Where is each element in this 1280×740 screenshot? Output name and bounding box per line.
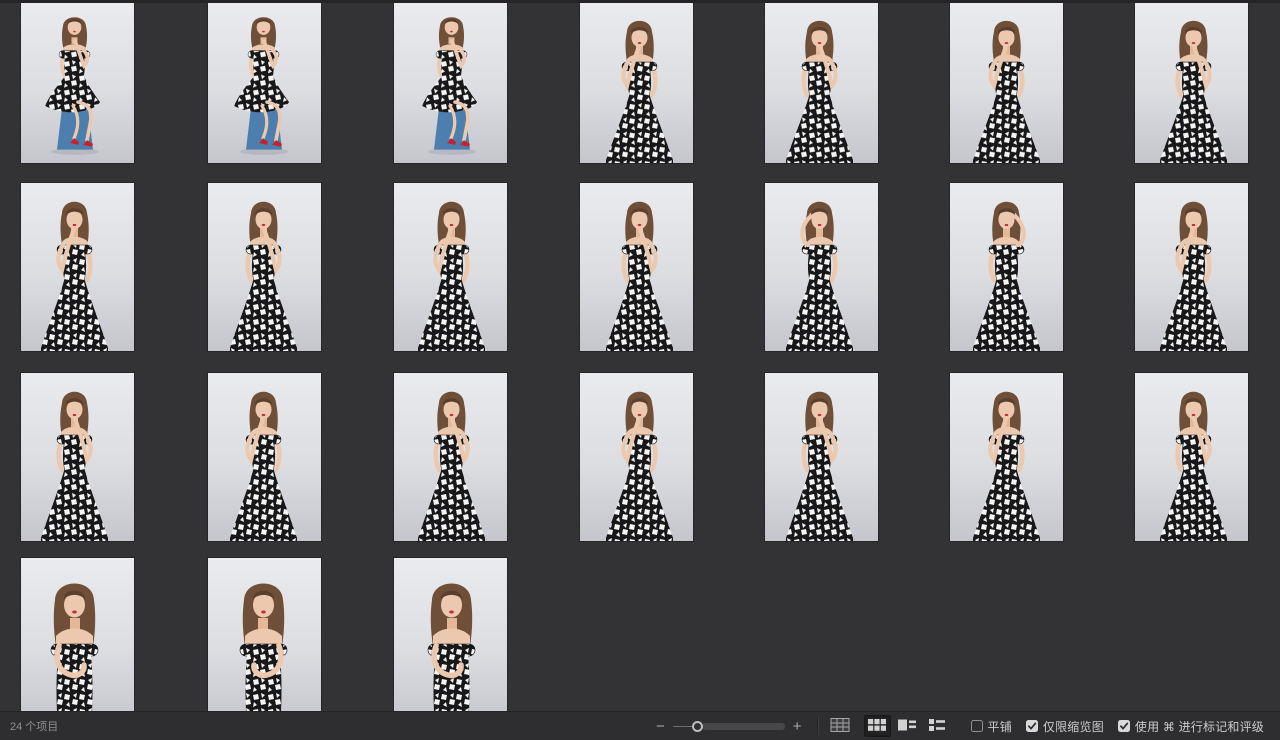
thumbnail-size-controls: − + [652, 718, 806, 734]
view-content-as-list-button[interactable] [924, 715, 951, 737]
photo-thumbnail[interactable] [21, 183, 134, 351]
photo-thumbnail[interactable] [950, 373, 1063, 541]
photo-thumbnail[interactable] [208, 183, 321, 351]
details-view-icon [897, 717, 917, 736]
photo-thumbnail[interactable] [950, 183, 1063, 351]
photo-thumbnail[interactable] [765, 3, 878, 163]
slider-handle[interactable] [692, 721, 703, 732]
unchecked-checkbox-icon[interactable] [971, 720, 983, 732]
window-top-edge [0, 0, 1280, 3]
photo-browser-window: 24 个项目 − + 平铺 仅限缩览图 使用 ⌘ 进行标记和评级 [0, 0, 1280, 740]
photo-thumbnail[interactable] [765, 183, 878, 351]
photo-thumbnail[interactable] [1135, 183, 1248, 351]
view-option-checkboxes: 平铺 仅限缩览图 使用 ⌘ 进行标记和评级 [971, 718, 1265, 735]
lock-thumbnail-grid-button[interactable] [827, 715, 854, 737]
item-count-label: 24 个项目 [0, 718, 58, 734]
photo-thumbnail[interactable] [208, 373, 321, 541]
photo-thumbnail[interactable] [394, 558, 507, 711]
photo-thumbnail[interactable] [580, 3, 693, 163]
checkbox-label: 平铺 [988, 718, 1012, 735]
photo-thumbnail[interactable] [21, 3, 134, 163]
checkbox-option[interactable]: 仅限缩览图 [1026, 718, 1104, 735]
checked-checkbox-icon[interactable] [1026, 720, 1038, 732]
photo-thumbnail[interactable] [208, 3, 321, 163]
photo-thumbnail[interactable] [1135, 373, 1248, 541]
grid-outline-icon [830, 717, 850, 736]
view-content-as-details-button[interactable] [894, 715, 921, 737]
zoom-out-button[interactable]: − [652, 719, 669, 734]
photo-thumbnail[interactable] [394, 373, 507, 541]
checkbox-option[interactable]: 使用 ⌘ 进行标记和评级 [1118, 718, 1264, 735]
photo-thumbnail[interactable] [21, 558, 134, 711]
list-view-icon [927, 717, 947, 736]
photo-thumbnail[interactable] [580, 373, 693, 541]
checkbox-option[interactable]: 平铺 [971, 718, 1012, 735]
thumbnail-size-slider[interactable] [673, 718, 785, 734]
photo-thumbnail[interactable] [394, 3, 507, 163]
zoom-in-button[interactable]: + [789, 719, 806, 734]
checked-checkbox-icon[interactable] [1118, 720, 1130, 732]
slider-track-remainder[interactable] [702, 723, 785, 730]
toolbar-separator [817, 717, 818, 735]
grid-filled-icon [867, 717, 887, 736]
photo-thumbnail[interactable] [765, 373, 878, 541]
checkbox-label: 使用 ⌘ 进行标记和评级 [1135, 718, 1264, 735]
checkbox-label: 仅限缩览图 [1043, 718, 1104, 735]
photo-thumbnail[interactable] [950, 3, 1063, 163]
view-content-as-thumbnails-button[interactable] [864, 715, 891, 737]
status-bar: 24 个项目 − + 平铺 仅限缩览图 使用 ⌘ 进行标记和评级 [0, 711, 1280, 740]
content-area [0, 0, 1280, 711]
photo-thumbnail[interactable] [21, 373, 134, 541]
view-mode-buttons [827, 715, 951, 737]
photo-thumbnail[interactable] [208, 558, 321, 711]
photo-thumbnail[interactable] [394, 183, 507, 351]
photo-thumbnail[interactable] [1135, 3, 1248, 163]
photo-thumbnail[interactable] [580, 183, 693, 351]
